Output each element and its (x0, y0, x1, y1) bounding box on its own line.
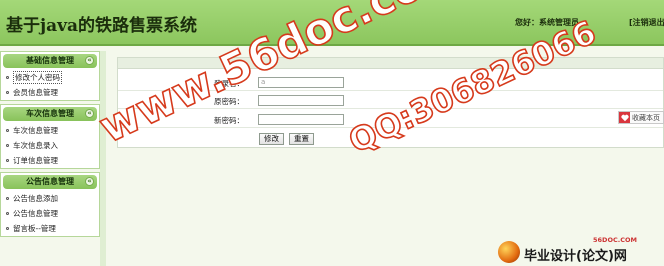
header-bar: 基于java的铁路售票系统 您好：系统管理员 [注销退出] (0, 0, 664, 46)
sidebar-item-notice-manage[interactable]: 公告信息管理 (1, 206, 99, 221)
collapse-icon[interactable]: « (85, 177, 94, 186)
sidebar-item-label: 公告信息添加 (13, 194, 58, 203)
sidebar-item-train-entry[interactable]: 车次信息录入 (1, 138, 99, 153)
old-password-label: 原密码： (214, 97, 244, 106)
menu-group-basic-info: 基础信息管理 « 修改个人密码 会员信息管理 (0, 51, 100, 101)
menu-group-title-text: 公告信息管理 (26, 177, 74, 186)
sidebar-item-change-password[interactable]: 修改个人密码 (1, 70, 99, 85)
menu-group-title[interactable]: 公告信息管理 « (3, 175, 97, 189)
sidebar-item-train-manage[interactable]: 车次信息管理 (1, 123, 99, 138)
sidebar-item-label: 订单信息管理 (13, 156, 58, 165)
row-divider (118, 127, 663, 128)
new-password-input[interactable] (258, 114, 344, 125)
sidebar-item-member-info[interactable]: 会员信息管理 (1, 85, 99, 100)
sidebar-item-label: 车次信息管理 (13, 126, 58, 135)
add-favorite-label: 收藏本页 (632, 113, 660, 122)
menu-group-title[interactable]: 基础信息管理 « (3, 54, 97, 68)
panel-header-bar (118, 58, 663, 69)
user-greeting: 您好：系统管理员 (515, 18, 579, 27)
new-password-label: 新密码： (214, 116, 244, 125)
globe-icon (498, 241, 520, 263)
login-name-label: 登录名： (214, 79, 244, 88)
footer-site-name: 毕业设计(论文)网 (524, 249, 627, 264)
sidebar-item-label: 修改个人密码 (13, 71, 62, 84)
submit-button[interactable]: 修改 (259, 133, 284, 145)
sidebar-item-label: 公告信息管理 (13, 209, 58, 218)
bullet-icon (6, 144, 9, 147)
bullet-icon (6, 159, 9, 162)
footer-domain: 56DOC.COM (593, 236, 637, 244)
sidebar-item-label: 留言板--管理 (13, 224, 56, 233)
footer-logo: 56DOC.COM 毕业设计(论文)网 (498, 236, 664, 266)
row-divider (118, 90, 663, 91)
row-divider (118, 108, 663, 109)
reset-button[interactable]: 重置 (289, 133, 314, 145)
bullet-icon (6, 76, 9, 79)
password-form-panel: 登录名： a 原密码： 新密码： 修改 重置 (117, 57, 664, 148)
menu-group-notice-info: 公告信息管理 « 公告信息添加 公告信息管理 留言板--管理 (0, 172, 100, 237)
collapse-icon[interactable]: « (85, 56, 94, 65)
app-title: 基于java的铁路售票系统 (6, 16, 198, 36)
menu-group-train-info: 车次信息管理 « 车次信息管理 车次信息录入 订单信息管理 (0, 104, 100, 169)
bullet-icon (6, 197, 9, 200)
menu-group-title-text: 车次信息管理 (26, 109, 74, 118)
sidebar-item-guestbook-manage[interactable]: 留言板--管理 (1, 221, 99, 236)
bullet-icon (6, 212, 9, 215)
logout-link[interactable]: [注销退出] (629, 17, 664, 28)
bullet-icon (6, 129, 9, 132)
menu-group-title-text: 基础信息管理 (26, 56, 74, 65)
add-favorite-button[interactable]: 收藏本页 (618, 111, 664, 124)
old-password-input[interactable] (258, 95, 344, 106)
login-name-input[interactable]: a (258, 77, 344, 88)
sidebar-item-label: 会员信息管理 (13, 88, 58, 97)
sidebar: 基础信息管理 « 修改个人密码 会员信息管理 车次信息管理 « 车次信息管理 车… (0, 51, 100, 240)
bullet-icon (6, 227, 9, 230)
sidebar-item-order-manage[interactable]: 订单信息管理 (1, 153, 99, 168)
sidebar-divider (100, 51, 106, 266)
sidebar-item-label: 车次信息录入 (13, 141, 58, 150)
heart-icon (619, 112, 630, 123)
menu-group-title[interactable]: 车次信息管理 « (3, 107, 97, 121)
sidebar-item-notice-add[interactable]: 公告信息添加 (1, 191, 99, 206)
collapse-icon[interactable]: « (85, 109, 94, 118)
bullet-icon (6, 91, 9, 94)
